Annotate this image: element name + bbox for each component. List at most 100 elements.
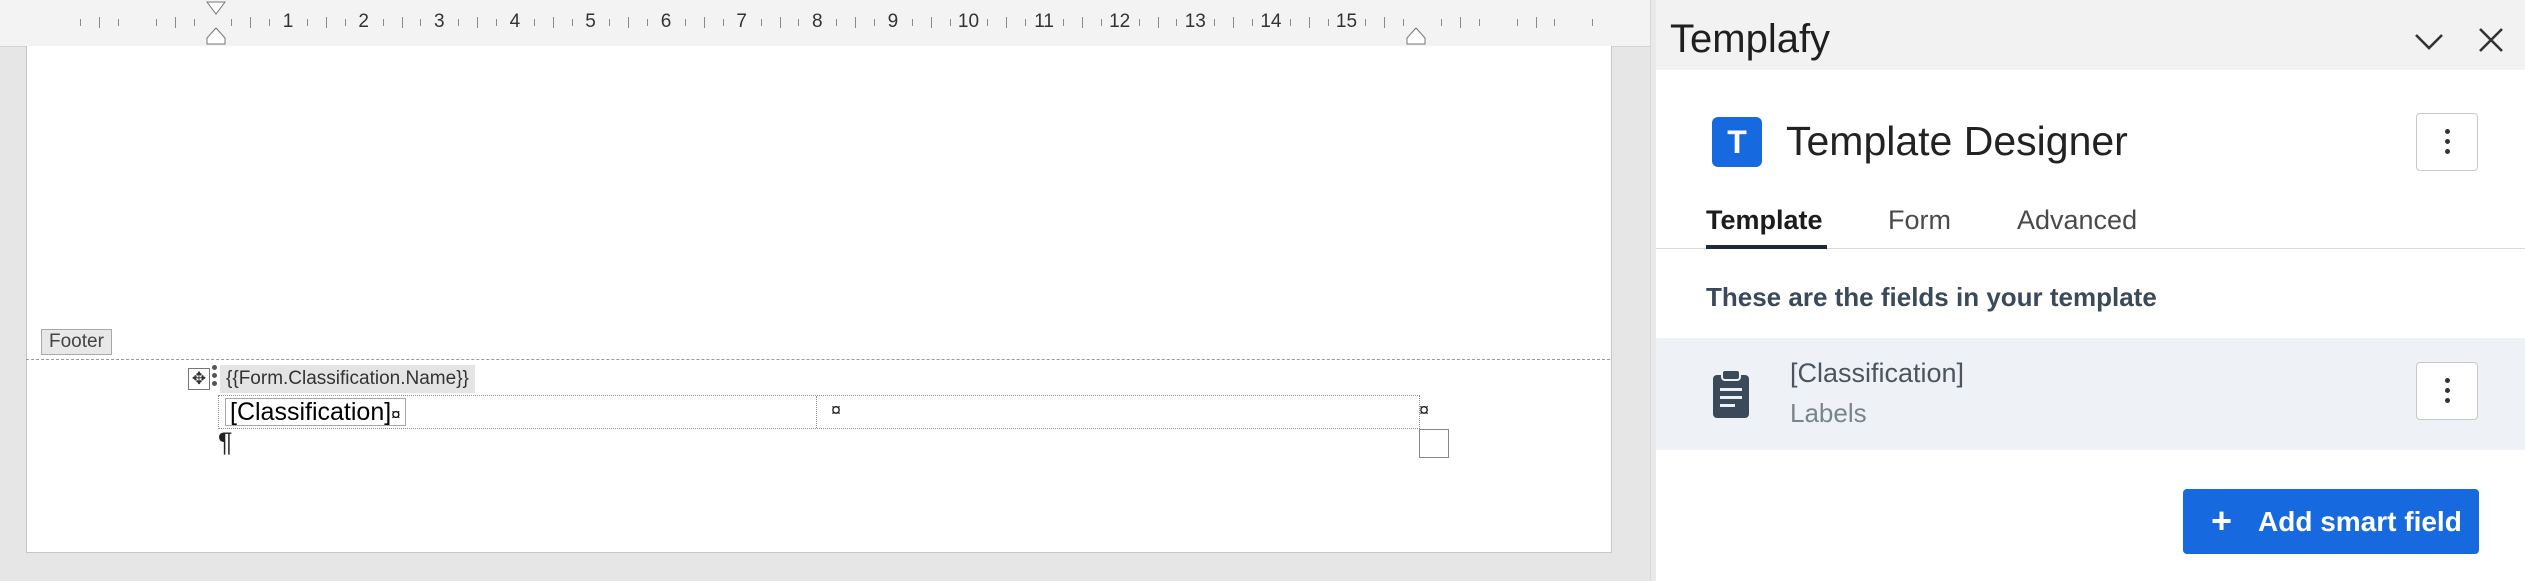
paragraph-mark: ¶ [218, 427, 233, 457]
table-resize-handle[interactable] [1419, 429, 1449, 458]
ruler-tick [344, 19, 346, 26]
ruler-tick [722, 19, 724, 26]
ruler-tick [685, 19, 686, 26]
ruler-number: 2 [358, 11, 369, 32]
table-column-divider [816, 396, 817, 428]
footer-label[interactable]: Footer [41, 329, 112, 355]
ruler-tick [1403, 19, 1405, 26]
field-type: Labels [1790, 398, 1867, 428]
clipboard-icon [1713, 369, 1749, 418]
pane-title: Templafy [1670, 17, 1831, 61]
active-tab-indicator [1706, 245, 1827, 249]
footer-table[interactable]: [Classification]¤ ¤ ¤ [218, 395, 1429, 429]
ruler-tick [174, 17, 176, 28]
cell-end-mark: ¤ [831, 400, 842, 420]
drag-handle-icon[interactable] [212, 365, 218, 391]
ruler-tick [552, 17, 554, 28]
template-designer-panel: T Template Designer Template Form Advanc… [1656, 70, 2525, 581]
tab-advanced[interactable]: Advanced [2017, 200, 2137, 240]
designer-title: Template Designer [1786, 118, 2128, 164]
ruler-tick [571, 19, 573, 26]
ruler-tick [703, 17, 705, 28]
ruler-number: 6 [660, 11, 672, 32]
ruler-number: 12 [1109, 11, 1131, 32]
cell-end-mark: ¤ [391, 405, 401, 424]
ruler-tick [250, 17, 252, 28]
ruler-tick [874, 19, 875, 26]
ruler-number: 1 [282, 11, 294, 32]
designer-more-button[interactable] [2416, 113, 2478, 171]
ruler-tick [458, 19, 460, 26]
close-icon[interactable] [2475, 24, 2507, 56]
ruler-tick [269, 19, 271, 26]
ruler-tick [1478, 19, 1480, 26]
ruler-tick [382, 19, 384, 26]
ruler-number: 11 [1034, 11, 1054, 32]
add-smart-field-label: Add smart field [2258, 506, 2462, 537]
ruler-tick [325, 17, 327, 28]
tab-form[interactable]: Form [1888, 200, 1951, 240]
ruler-tick [911, 19, 913, 26]
ruler-tick [401, 17, 403, 28]
ruler-tick [949, 19, 951, 26]
ruler-number: 10 [957, 11, 980, 32]
ruler-number: 13 [1184, 11, 1206, 32]
templafy-pane: Templafy T Template Designer Template Fo… [1656, 0, 2525, 581]
first-line-indent-marker[interactable] [205, 0, 227, 22]
field-name: [Classification] [1790, 358, 1965, 388]
ruler-tick [1592, 19, 1594, 26]
ruler-tick [1138, 19, 1140, 26]
ruler-tick [1006, 17, 1008, 28]
ruler-number: 3 [434, 11, 445, 32]
ruler-number: 7 [736, 11, 747, 32]
add-smart-field-button[interactable]: + Add smart field [2183, 489, 2479, 554]
classification-content-control[interactable]: [Classification]¤ [225, 398, 406, 426]
field-list-item[interactable]: [Classification] Labels [1656, 338, 2525, 450]
ruler-tick [496, 19, 497, 26]
ruler-tick [609, 19, 611, 26]
field-more-button[interactable] [2416, 362, 2478, 420]
ruler-tick [1157, 17, 1159, 28]
ruler-tick [307, 19, 308, 26]
ruler-tick [1327, 19, 1329, 26]
ruler-tick [1441, 19, 1442, 26]
ruler-tick [1554, 19, 1556, 26]
content-control-tag[interactable]: {{Form.Classification.Name}} [220, 365, 475, 393]
chevron-down-icon[interactable] [2413, 28, 2445, 54]
ruler-tick [798, 19, 800, 26]
ruler-tick [1081, 17, 1083, 28]
fields-heading: These are the fields in your template [1706, 282, 2157, 312]
ruler-tick [1459, 17, 1461, 28]
tab-template[interactable]: Template [1706, 200, 1823, 240]
classification-placeholder: [Classification] [230, 398, 392, 426]
hanging-indent-marker[interactable] [205, 24, 227, 46]
ruler-tick [155, 19, 157, 26]
ruler-tick [987, 19, 989, 26]
ruler-tick [231, 19, 233, 26]
ruler-tick [1384, 17, 1386, 28]
ruler-tick [760, 19, 762, 26]
ruler-tick [477, 17, 479, 28]
right-indent-marker[interactable] [1405, 24, 1427, 46]
ruler-tick [533, 19, 535, 26]
document-page[interactable] [26, 46, 1612, 553]
table-move-handle[interactable]: ✥ [188, 368, 210, 390]
row-end-mark: ¤ [1419, 400, 1430, 420]
ruler-tick [836, 19, 838, 26]
plus-icon: + [2211, 500, 2233, 541]
horizontal-ruler[interactable]: 1 2 3 4 5 6 7 8 9 10 11 12 13 14 15 [0, 0, 1650, 47]
ruler-tick [855, 17, 857, 28]
ruler-tick [930, 17, 932, 28]
designer-tabs: Template Form Advanced [1656, 200, 2525, 249]
ruler-tick [647, 19, 649, 26]
templafy-logo-icon: T [1712, 117, 1762, 167]
ruler-tick [193, 19, 195, 26]
ruler-number: 8 [812, 11, 823, 32]
document-area: 1 2 3 4 5 6 7 8 9 10 11 12 13 14 15 Footer ✥ {{Form.Cl… [0, 0, 1650, 581]
ruler-tick [118, 19, 119, 26]
ruler-tick [1025, 19, 1027, 26]
footer-separator [26, 359, 1610, 360]
ruler-tick [420, 19, 422, 26]
ruler-tick [1100, 19, 1102, 26]
ruler-tick [1252, 19, 1253, 26]
